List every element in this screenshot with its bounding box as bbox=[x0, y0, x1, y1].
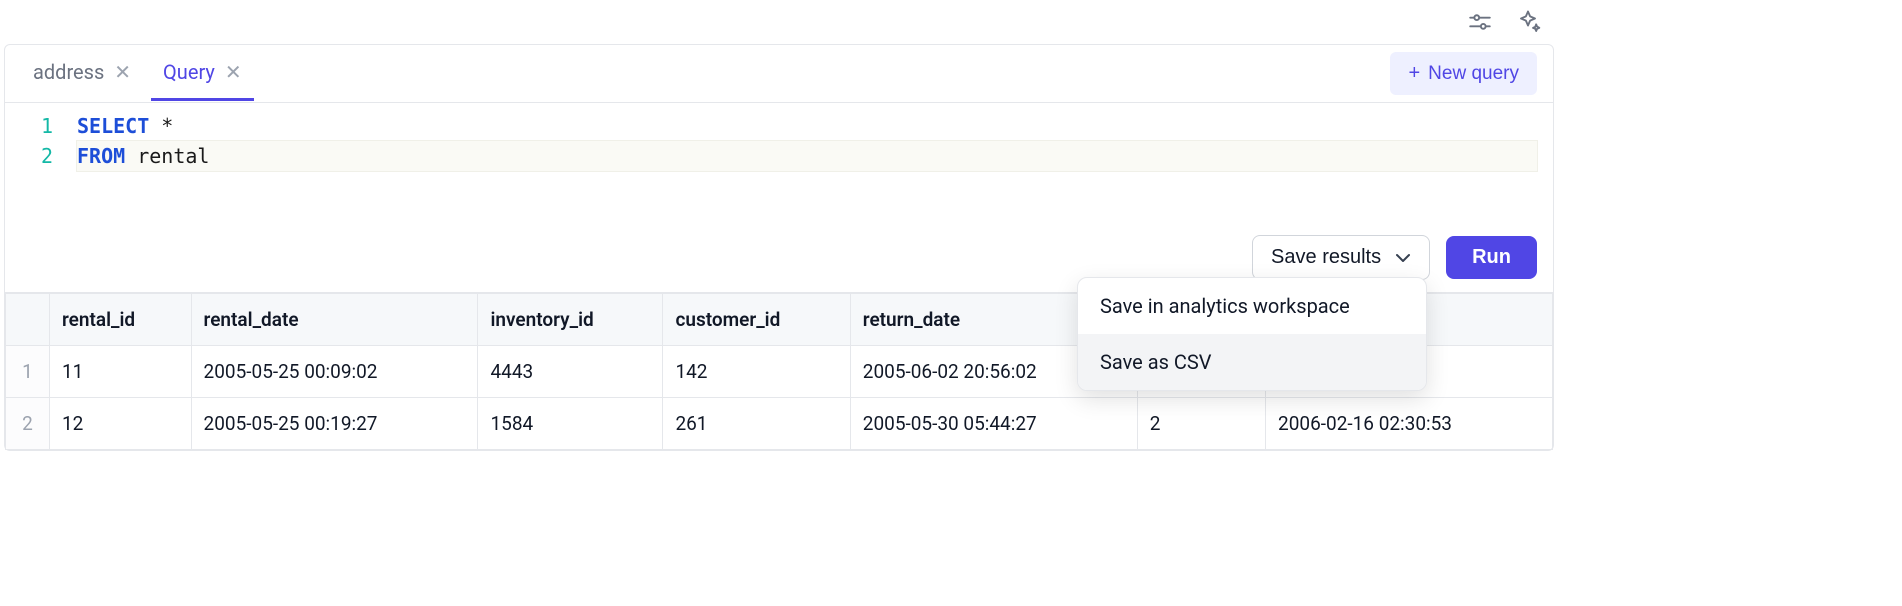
topbar bbox=[0, 0, 1558, 44]
dropdown-item-save-csv[interactable]: Save as CSV bbox=[1078, 334, 1426, 390]
save-results-dropdown: Save in analytics workspace Save as CSV bbox=[1077, 277, 1427, 391]
new-query-label: New query bbox=[1428, 63, 1519, 85]
run-label: Run bbox=[1472, 246, 1511, 268]
save-results-button[interactable]: Save results bbox=[1252, 235, 1430, 280]
cell[interactable]: 2005-05-25 00:19:27 bbox=[191, 398, 478, 450]
line-number: 1 bbox=[5, 111, 53, 141]
plus-icon: + bbox=[1408, 62, 1420, 85]
cell[interactable]: 4443 bbox=[478, 346, 663, 398]
dropdown-item-save-workspace[interactable]: Save in analytics workspace bbox=[1078, 278, 1426, 334]
column-header[interactable]: rental_id bbox=[50, 294, 192, 346]
code-line: FROM rental bbox=[77, 141, 1537, 171]
tab-query[interactable]: Query ✕ bbox=[151, 46, 254, 101]
save-results-label: Save results bbox=[1271, 246, 1381, 269]
chevron-down-icon bbox=[1395, 253, 1411, 263]
new-query-button[interactable]: + New query bbox=[1390, 52, 1537, 95]
close-icon[interactable]: ✕ bbox=[114, 62, 131, 82]
row-number: 1 bbox=[6, 346, 50, 398]
run-button[interactable]: Run bbox=[1446, 236, 1537, 279]
code-area[interactable]: SELECT * FROM rental bbox=[77, 111, 1553, 215]
cell[interactable]: 12 bbox=[50, 398, 192, 450]
cell[interactable]: 2005-05-25 00:09:02 bbox=[191, 346, 478, 398]
row-number: 2 bbox=[6, 398, 50, 450]
cell[interactable]: 261 bbox=[663, 398, 850, 450]
line-gutter: 1 2 bbox=[5, 111, 77, 215]
app-root: address ✕ Query ✕ + New query 1 2 SELECT… bbox=[0, 0, 1558, 451]
code-line: SELECT * bbox=[77, 111, 1537, 141]
tab-address[interactable]: address ✕ bbox=[21, 46, 143, 101]
tabs-row: address ✕ Query ✕ + New query bbox=[5, 45, 1553, 103]
tab-label: address bbox=[33, 60, 104, 84]
sql-editor[interactable]: 1 2 SELECT * FROM rental bbox=[5, 103, 1553, 223]
actions-row: Save results Run Save in analytics works… bbox=[5, 223, 1553, 292]
editor-panel: address ✕ Query ✕ + New query 1 2 SELECT… bbox=[4, 44, 1554, 451]
sparkle-icon[interactable] bbox=[1514, 8, 1542, 36]
settings-sliders-icon[interactable] bbox=[1466, 8, 1494, 36]
column-header[interactable]: customer_id bbox=[663, 294, 850, 346]
line-number: 2 bbox=[5, 141, 53, 171]
table-row[interactable]: 2 12 2005-05-25 00:19:27 1584 261 2005-0… bbox=[6, 398, 1553, 450]
column-header[interactable]: inventory_id bbox=[478, 294, 663, 346]
cell[interactable]: 2006-02-16 02:30:53 bbox=[1266, 398, 1553, 450]
close-icon[interactable]: ✕ bbox=[225, 62, 242, 82]
tabs-list: address ✕ Query ✕ bbox=[21, 46, 254, 101]
cell[interactable]: 1584 bbox=[478, 398, 663, 450]
rownum-header bbox=[6, 294, 50, 346]
cell[interactable]: 11 bbox=[50, 346, 192, 398]
column-header[interactable]: rental_date bbox=[191, 294, 478, 346]
cell[interactable]: 142 bbox=[663, 346, 850, 398]
cell[interactable]: 2 bbox=[1137, 398, 1265, 450]
cell[interactable]: 2005-05-30 05:44:27 bbox=[850, 398, 1137, 450]
tab-label: Query bbox=[163, 60, 215, 84]
